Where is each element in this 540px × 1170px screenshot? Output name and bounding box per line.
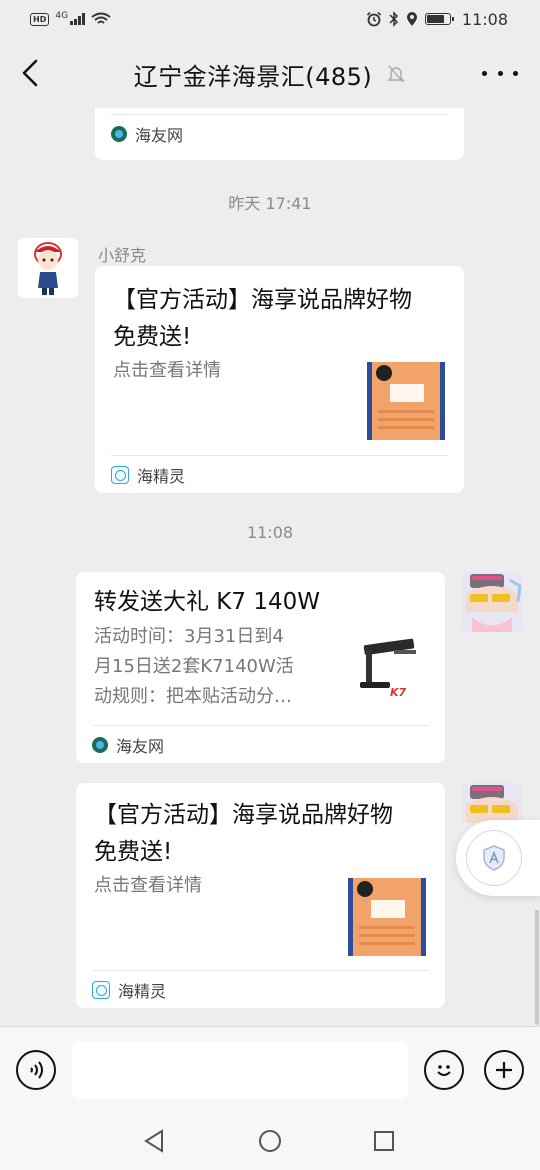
network-type: 4G [55, 11, 69, 21]
status-right: 11:08 [366, 10, 508, 29]
haiyou-logo-icon [92, 736, 108, 753]
avatar-anime-icon [462, 783, 522, 823]
emoji-icon [437, 1065, 451, 1076]
wifi-icon [90, 12, 111, 24]
card-source-label: 海友网 [135, 125, 184, 145]
title-wrap: 辽宁金洋海景汇(485) [134, 57, 407, 92]
more-options-button[interactable] [482, 58, 518, 88]
card-title-line1: 【官方活动】海享说品牌好物 [113, 287, 412, 313]
mute-bell-icon [387, 65, 405, 83]
self-avatar[interactable] [462, 783, 522, 823]
card-title-line2: 免费送! [94, 839, 173, 865]
self-avatar[interactable] [462, 572, 522, 632]
floating-assistant-button[interactable] [456, 820, 540, 896]
card-title-line2: 免费送! [113, 324, 192, 350]
timestamp: 11:08 [246, 523, 294, 542]
card-description-line3: 动规则：把本贴活动分… [94, 686, 292, 707]
card-source-label: 海精灵 [118, 981, 167, 1001]
chat-title: 辽宁金洋海景汇(485) [133, 62, 373, 91]
link-card[interactable]: 【官方活动】海享说品牌好物 免费送! 点击查看详情 海精灵 [76, 783, 445, 1008]
haiyou-logo-icon [111, 125, 127, 142]
avatar[interactable] [18, 238, 78, 298]
hd-icon: HD [30, 12, 50, 26]
card-description: 点击查看详情 [113, 360, 221, 381]
status-left: HD 4G [30, 11, 111, 26]
emoji-button[interactable] [424, 1050, 464, 1090]
plus-icon [496, 1062, 512, 1078]
link-card[interactable]: 【官方活动】海享说品牌好物 免费送! 点击查看详情 海精灵 [95, 266, 464, 493]
card-thumbnail: K7 [358, 638, 428, 708]
haijingling-logo-icon [92, 980, 110, 999]
nav-recents-icon[interactable] [372, 1129, 396, 1153]
status-time: 11:08 [461, 9, 508, 29]
float-inner [466, 830, 522, 886]
card-source: 海精灵 [92, 970, 429, 1008]
input-bar [0, 1026, 540, 1112]
nav-home-icon[interactable] [257, 1128, 283, 1154]
avatar-cartoon-icon [18, 238, 78, 298]
status-bar: HD 4G 11:08 [0, 0, 540, 38]
alarm-icon [366, 11, 381, 27]
avatar-anime-icon [462, 572, 522, 632]
system-nav-bar [0, 1112, 540, 1170]
shield-icon [483, 845, 505, 871]
chat-header: 辽宁金洋海景汇(485) [0, 38, 540, 110]
partial-message-card[interactable]: 海友网 [95, 108, 464, 160]
nav-back-icon[interactable] [142, 1128, 166, 1154]
card-description: 点击查看详情 [94, 875, 202, 896]
timestamp: 昨天 17:41 [228, 194, 312, 213]
thumb-brand-text: K7 [390, 686, 407, 699]
bluetooth-icon [389, 11, 398, 27]
battery-icon [424, 13, 454, 25]
back-arrow-icon[interactable] [16, 58, 46, 88]
message-input[interactable] [72, 1041, 408, 1099]
signal-icon [70, 13, 85, 25]
card-title: 转发送大礼 K7 140W [94, 589, 320, 615]
card-source: 海友网 [92, 725, 429, 763]
voice-icon [30, 1061, 43, 1079]
card-source: 海精灵 [111, 455, 448, 493]
card-description-line1: 活动时间：3月31日到4 [94, 626, 284, 647]
card-source-label: 海精灵 [137, 466, 186, 486]
card-thumbnail [367, 362, 445, 440]
more-actions-button[interactable] [484, 1050, 524, 1090]
scrollbar[interactable] [535, 910, 539, 1025]
link-card[interactable]: 转发送大礼 K7 140W 活动时间：3月31日到4 月15日送2套K7140W… [76, 572, 445, 763]
card-description-line2: 月15日送2套K7140W活 [94, 656, 294, 677]
location-icon [406, 12, 417, 26]
card-thumbnail [348, 878, 426, 956]
card-source-label: 海友网 [116, 736, 165, 756]
card-source: 海友网 [111, 114, 448, 152]
voice-button[interactable] [16, 1050, 56, 1090]
haijingling-logo-icon [111, 465, 129, 484]
card-title-line1: 【官方活动】海享说品牌好物 [94, 802, 393, 828]
sender-name: 小舒克 [98, 246, 147, 265]
